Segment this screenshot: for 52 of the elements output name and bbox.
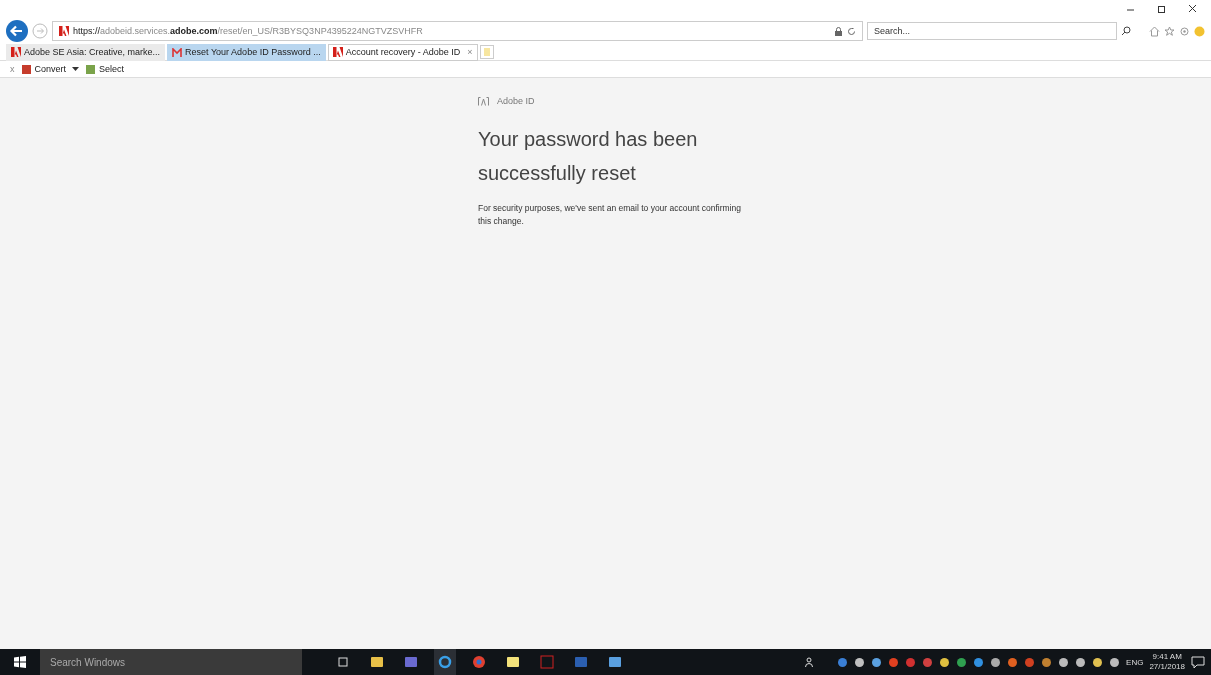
tray-app-icon[interactable]: [1092, 656, 1104, 668]
page-heading: successfully reset: [478, 161, 637, 186]
tray-app-icon[interactable]: [956, 656, 968, 668]
page-heading: Your password has been: [478, 127, 699, 152]
taskbar-search-field[interactable]: Search Windows: [40, 649, 302, 675]
adobe-logo-icon: [478, 96, 489, 106]
windows-logo-icon: [14, 656, 26, 668]
language-indicator[interactable]: ENG: [1126, 657, 1144, 667]
notification-icon[interactable]: [1191, 655, 1205, 669]
adobe-logo-icon: [59, 26, 69, 36]
search-icon[interactable]: [1121, 26, 1131, 36]
caret-icon[interactable]: [72, 66, 79, 72]
browser-tab[interactable]: Adobe SE Asia: Creative, marke...: [6, 43, 166, 61]
url-text: https://adobeid.services.adobe.com/reset/en_US/R3BYSQ3NP4395224NGTVZSVHFR: [73, 26, 423, 36]
tray-app-icon[interactable]: [990, 656, 1002, 668]
tray-app-icon[interactable]: [939, 656, 951, 668]
toolbar-command[interactable]: Select: [85, 63, 125, 75]
confirmation-message: For security purposes, we've sent an email to your account confirming this change.: [478, 202, 742, 228]
tray-app-icon[interactable]: [854, 656, 866, 668]
tray-app-icon[interactable]: [973, 656, 985, 668]
tray-app-icon[interactable]: [1041, 656, 1053, 668]
taskbar-clock[interactable]: 9:41 AM 27/1/2018: [1149, 652, 1185, 672]
close-icon[interactable]: [1188, 4, 1197, 13]
mail-icon: [172, 47, 183, 57]
app-icon[interactable]: [608, 655, 622, 669]
tray-app-icon[interactable]: [888, 656, 900, 668]
home-icon[interactable]: [1149, 25, 1160, 37]
lock-icon: [834, 26, 843, 36]
toolbar-command[interactable]: Convert: [20, 63, 66, 75]
browser-tab[interactable]: Account recovery - Adobe ID ×: [327, 43, 478, 61]
tray-app-icon[interactable]: [1058, 656, 1070, 668]
search-field[interactable]: Search...: [867, 22, 1117, 40]
active-app-button[interactable]: [434, 649, 456, 675]
tray-app-icon[interactable]: [1007, 656, 1019, 668]
close-toolbar-button[interactable]: x: [10, 64, 15, 74]
task-view-icon[interactable]: [337, 657, 349, 667]
brand-name: Adobe ID: [497, 96, 535, 106]
restore-icon[interactable]: [1157, 4, 1166, 13]
tray-app-icon[interactable]: [1109, 656, 1121, 668]
star-icon[interactable]: [1164, 25, 1175, 37]
refresh-icon[interactable]: [847, 26, 856, 36]
address-field[interactable]: https://adobeid.services.adobe.com/reset/en_US/R3BYSQ3NP4395224NGTVZSVHFR: [52, 21, 863, 41]
people-icon[interactable]: [805, 657, 816, 667]
tray-app-icon[interactable]: [871, 656, 883, 668]
adobe-logo-icon: [332, 47, 343, 57]
browser-tab[interactable]: Reset Your Adobe ID Password ...: [167, 43, 326, 61]
tab-close-icon[interactable]: ×: [467, 47, 473, 57]
tray-app-icon[interactable]: [1075, 656, 1087, 668]
tray-app-icon[interactable]: [837, 656, 849, 668]
sticky-note-icon[interactable]: [506, 655, 520, 669]
adobe-logo-icon: [11, 47, 21, 57]
browser-e-icon: [438, 655, 452, 669]
